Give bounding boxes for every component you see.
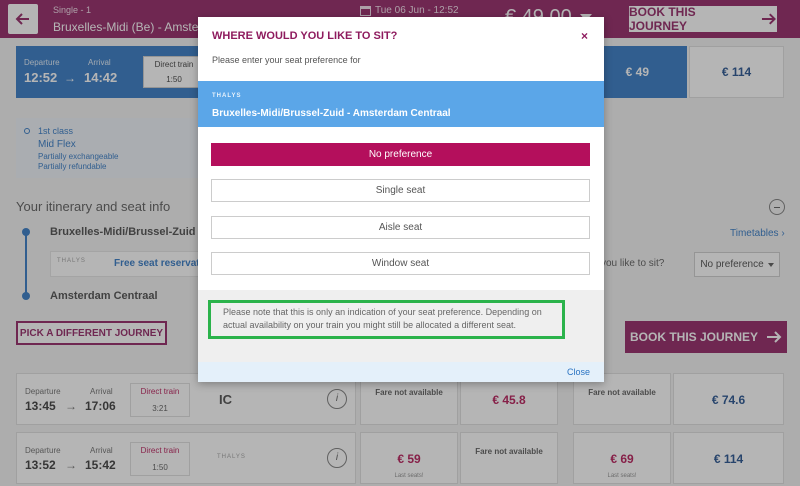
option-single-seat[interactable]: Single seat [211, 179, 590, 202]
thalys-logo: THALYS [212, 93, 242, 99]
seat-preference-modal: WHERE WOULD YOU LIKE TO SIT? × Please en… [198, 17, 604, 382]
option-no-preference[interactable]: No preference [211, 143, 590, 166]
close-link[interactable]: Close [567, 367, 590, 377]
modal-subtitle: Please enter your seat preference for [212, 55, 361, 65]
note-area: Please note that this is only an indicat… [198, 290, 604, 362]
route-banner: THALYS Bruxelles-Midi/Brussel-Zuid - Ams… [198, 81, 604, 127]
option-aisle-seat[interactable]: Aisle seat [211, 216, 590, 239]
note-line-1: Please note that this is only an indicat… [223, 307, 542, 317]
modal-title: WHERE WOULD YOU LIKE TO SIT? [212, 30, 398, 42]
seat-preference-note: Please note that this is only an indicat… [208, 300, 565, 339]
note-line-2: actual availability on your train you mi… [223, 320, 516, 330]
close-icon[interactable]: × [581, 29, 588, 43]
modal-footer: Close [198, 362, 604, 382]
route-name: Bruxelles-Midi/Brussel-Zuid - Amsterdam … [212, 108, 451, 119]
option-window-seat[interactable]: Window seat [211, 252, 590, 275]
